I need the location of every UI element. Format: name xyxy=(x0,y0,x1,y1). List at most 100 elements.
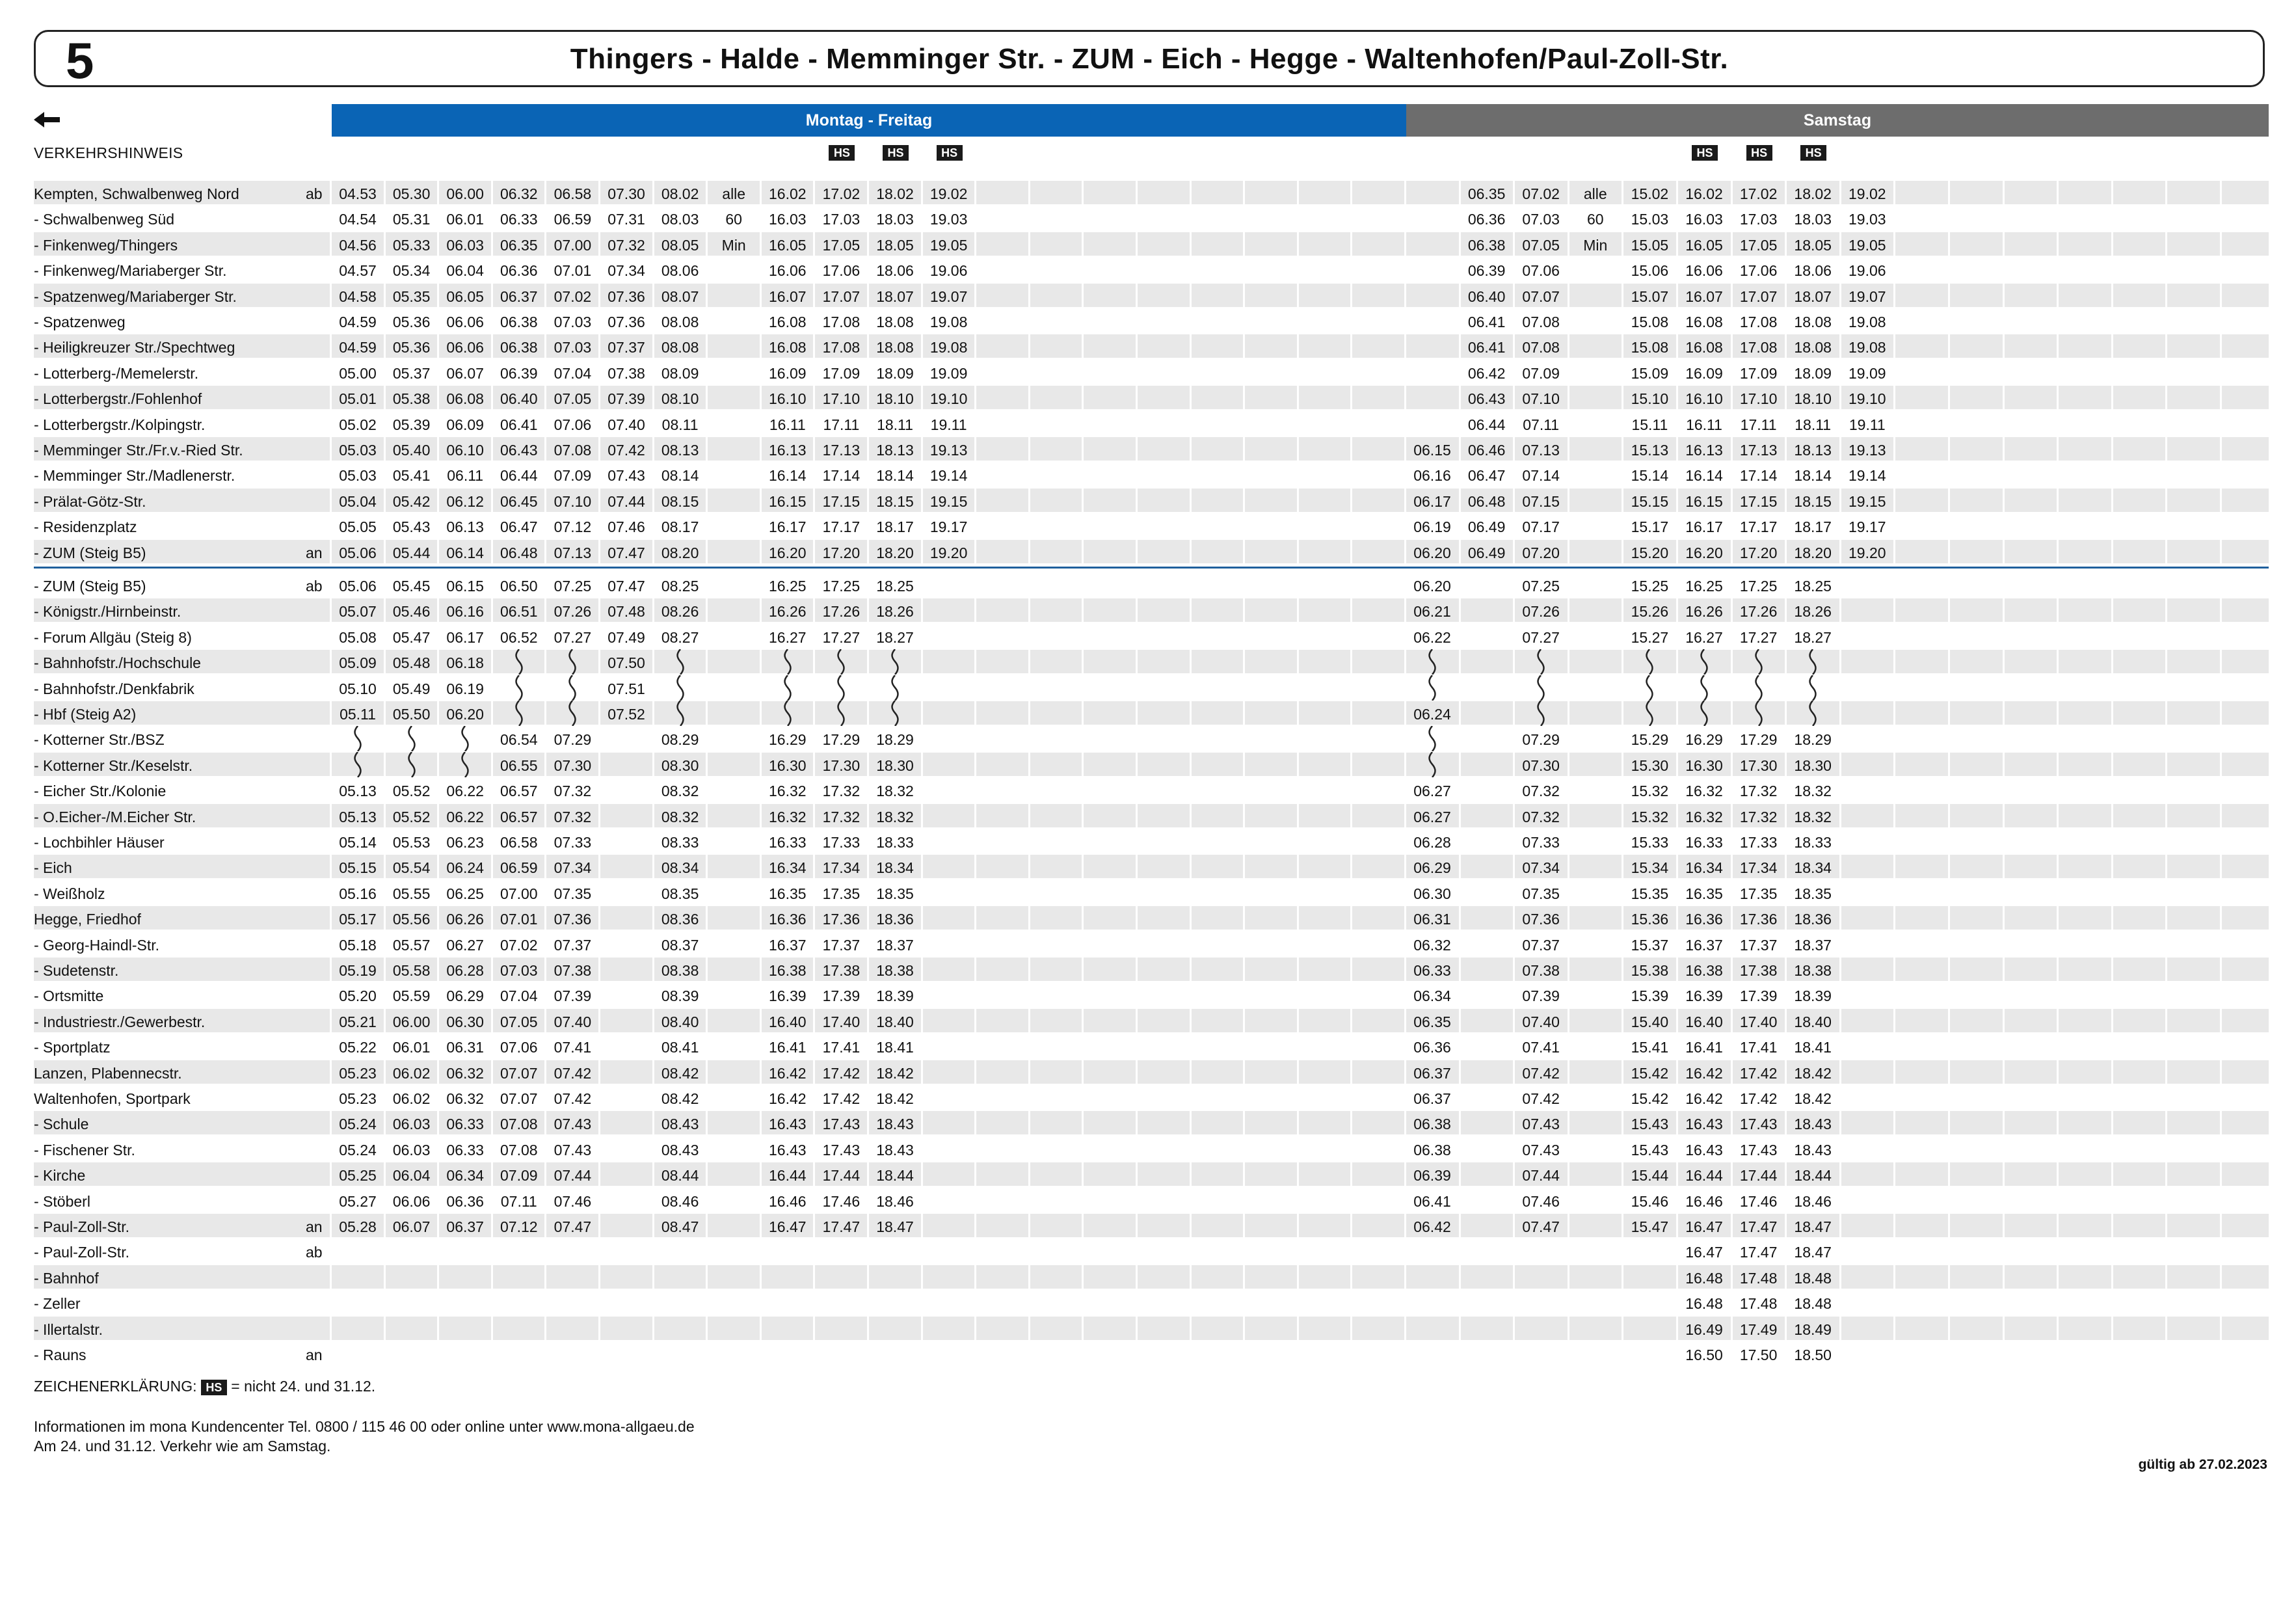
cell-separator xyxy=(1893,650,1896,674)
time-cell: Min xyxy=(1583,236,1608,254)
time-cell: 18.07 xyxy=(1794,288,1832,305)
cell-separator xyxy=(2111,598,2113,623)
time-cell: 15.42 xyxy=(1631,1090,1669,1107)
cell-separator xyxy=(1028,539,1030,563)
time-cell: 06.41 xyxy=(1467,314,1506,330)
time-cell: 07.32 xyxy=(1522,783,1560,800)
cell-separator xyxy=(2002,1265,2005,1289)
time-cell: 18.08 xyxy=(876,339,914,356)
time-cell: 06.58 xyxy=(500,834,538,851)
cell-separator xyxy=(598,1008,600,1032)
time-cell: 06.47 xyxy=(1467,467,1506,485)
cell-separator xyxy=(1028,803,1030,827)
time-cell: 08.13 xyxy=(661,442,699,459)
cell-separator xyxy=(974,386,977,410)
time-cell: 17.47 xyxy=(822,1218,861,1235)
cell-separator xyxy=(2111,488,2113,512)
cell-separator xyxy=(1567,958,1569,981)
cell-separator xyxy=(1893,334,1896,358)
time-cell: 08.06 xyxy=(661,262,699,280)
time-cell: 18.11 xyxy=(1795,416,1832,433)
time-cell: 60 xyxy=(1587,211,1604,228)
time-cell: 05.28 xyxy=(339,1218,377,1235)
time-cell: 16.32 xyxy=(1685,783,1723,800)
time-cell: 07.06 xyxy=(500,1039,538,1056)
cell-separator xyxy=(1243,752,1246,776)
time-cell: 07.26 xyxy=(554,603,592,621)
time-cell: 06.59 xyxy=(554,211,592,228)
time-cell: 17.43 xyxy=(822,1116,861,1133)
time-cell: 08.07 xyxy=(661,288,699,305)
cell-separator xyxy=(1404,386,1406,410)
time-cell: 15.32 xyxy=(1631,808,1669,825)
cell-separator xyxy=(2111,539,2113,563)
cell-separator xyxy=(1567,752,1569,776)
time-cell: 18.30 xyxy=(1794,757,1832,774)
time-cell: 07.42 xyxy=(554,1064,592,1082)
cell-separator xyxy=(1028,958,1030,981)
arr-dep-mark: ab xyxy=(306,578,323,595)
cell-separator xyxy=(2057,1265,2059,1289)
time-cell: 08.39 xyxy=(661,987,699,1005)
cell-separator xyxy=(1243,1265,1246,1289)
cell-separator xyxy=(1458,1008,1461,1032)
time-cell: 18.44 xyxy=(876,1167,914,1185)
cell-separator xyxy=(1243,334,1246,358)
time-cell: 07.34 xyxy=(554,859,592,877)
time-cell: 07.40 xyxy=(1522,1013,1560,1030)
time-cell: 07.02 xyxy=(500,936,538,954)
stop-name: - Zeller xyxy=(34,1295,81,1313)
cell-separator xyxy=(2165,958,2168,981)
time-cell: 15.46 xyxy=(1631,1192,1669,1210)
cell-separator xyxy=(974,598,977,623)
time-cell: 05.39 xyxy=(392,416,431,433)
time-cell: 06.22 xyxy=(446,808,484,825)
cell-separator xyxy=(2111,386,2113,410)
time-cell: 16.27 xyxy=(769,628,807,646)
time-cell: 06.02 xyxy=(392,1064,431,1082)
cell-separator xyxy=(1243,958,1246,981)
time-cell: 08.25 xyxy=(661,578,699,595)
legend: ZEICHENERKLÄRUNG: HS = nicht 24. und 31.… xyxy=(34,1378,375,1395)
time-cell: 19.07 xyxy=(929,288,968,305)
cell-separator xyxy=(1458,958,1461,981)
time-cell: 18.29 xyxy=(876,731,914,749)
time-cell: 07.03 xyxy=(500,962,538,979)
time-cell: 07.06 xyxy=(1522,262,1560,280)
cell-separator xyxy=(1839,752,1841,776)
cell-separator xyxy=(706,488,708,512)
cell-separator xyxy=(1948,1162,1950,1186)
time-cell: 06.06 xyxy=(392,1192,431,1210)
time-cell: 17.11 xyxy=(1740,416,1777,433)
time-cell: 16.33 xyxy=(1685,834,1723,851)
time-cell: 06.04 xyxy=(446,262,484,280)
time-cell: 07.34 xyxy=(1522,859,1560,877)
time-cell: 08.32 xyxy=(661,808,699,825)
time-cell: 08.26 xyxy=(661,603,699,621)
time-cell: 16.26 xyxy=(1685,603,1723,621)
time-cell: 07.42 xyxy=(1522,1090,1560,1107)
cell-separator xyxy=(1296,598,1299,623)
time-cell: 07.08 xyxy=(554,442,592,459)
cell-separator xyxy=(1189,437,1192,461)
time-cell: 16.29 xyxy=(769,731,807,749)
time-cell: 15.10 xyxy=(1631,390,1669,408)
skip-squiggle-icon xyxy=(1428,649,1436,675)
time-cell: 08.42 xyxy=(661,1064,699,1082)
time-cell: 17.26 xyxy=(822,603,861,621)
time-cell: 06.52 xyxy=(500,628,538,646)
cell-separator xyxy=(1893,906,1896,930)
stop-name: - Industriestr./Gewerbestr. xyxy=(34,1013,206,1030)
time-cell: 17.48 xyxy=(1739,1269,1778,1287)
cell-separator xyxy=(974,1316,977,1340)
legend-prefix: ZEICHENERKLÄRUNG: xyxy=(34,1378,197,1395)
cell-separator xyxy=(544,1316,547,1340)
time-cell: 04.59 xyxy=(339,314,377,330)
time-cell: 18.38 xyxy=(876,962,914,979)
time-cell: 17.09 xyxy=(1739,364,1778,382)
cell-separator xyxy=(759,1316,762,1340)
time-cell: 15.08 xyxy=(1631,339,1669,356)
time-cell: 17.43 xyxy=(822,1141,861,1159)
time-cell: 16.41 xyxy=(769,1039,807,1056)
time-cell: 07.26 xyxy=(1522,603,1560,621)
